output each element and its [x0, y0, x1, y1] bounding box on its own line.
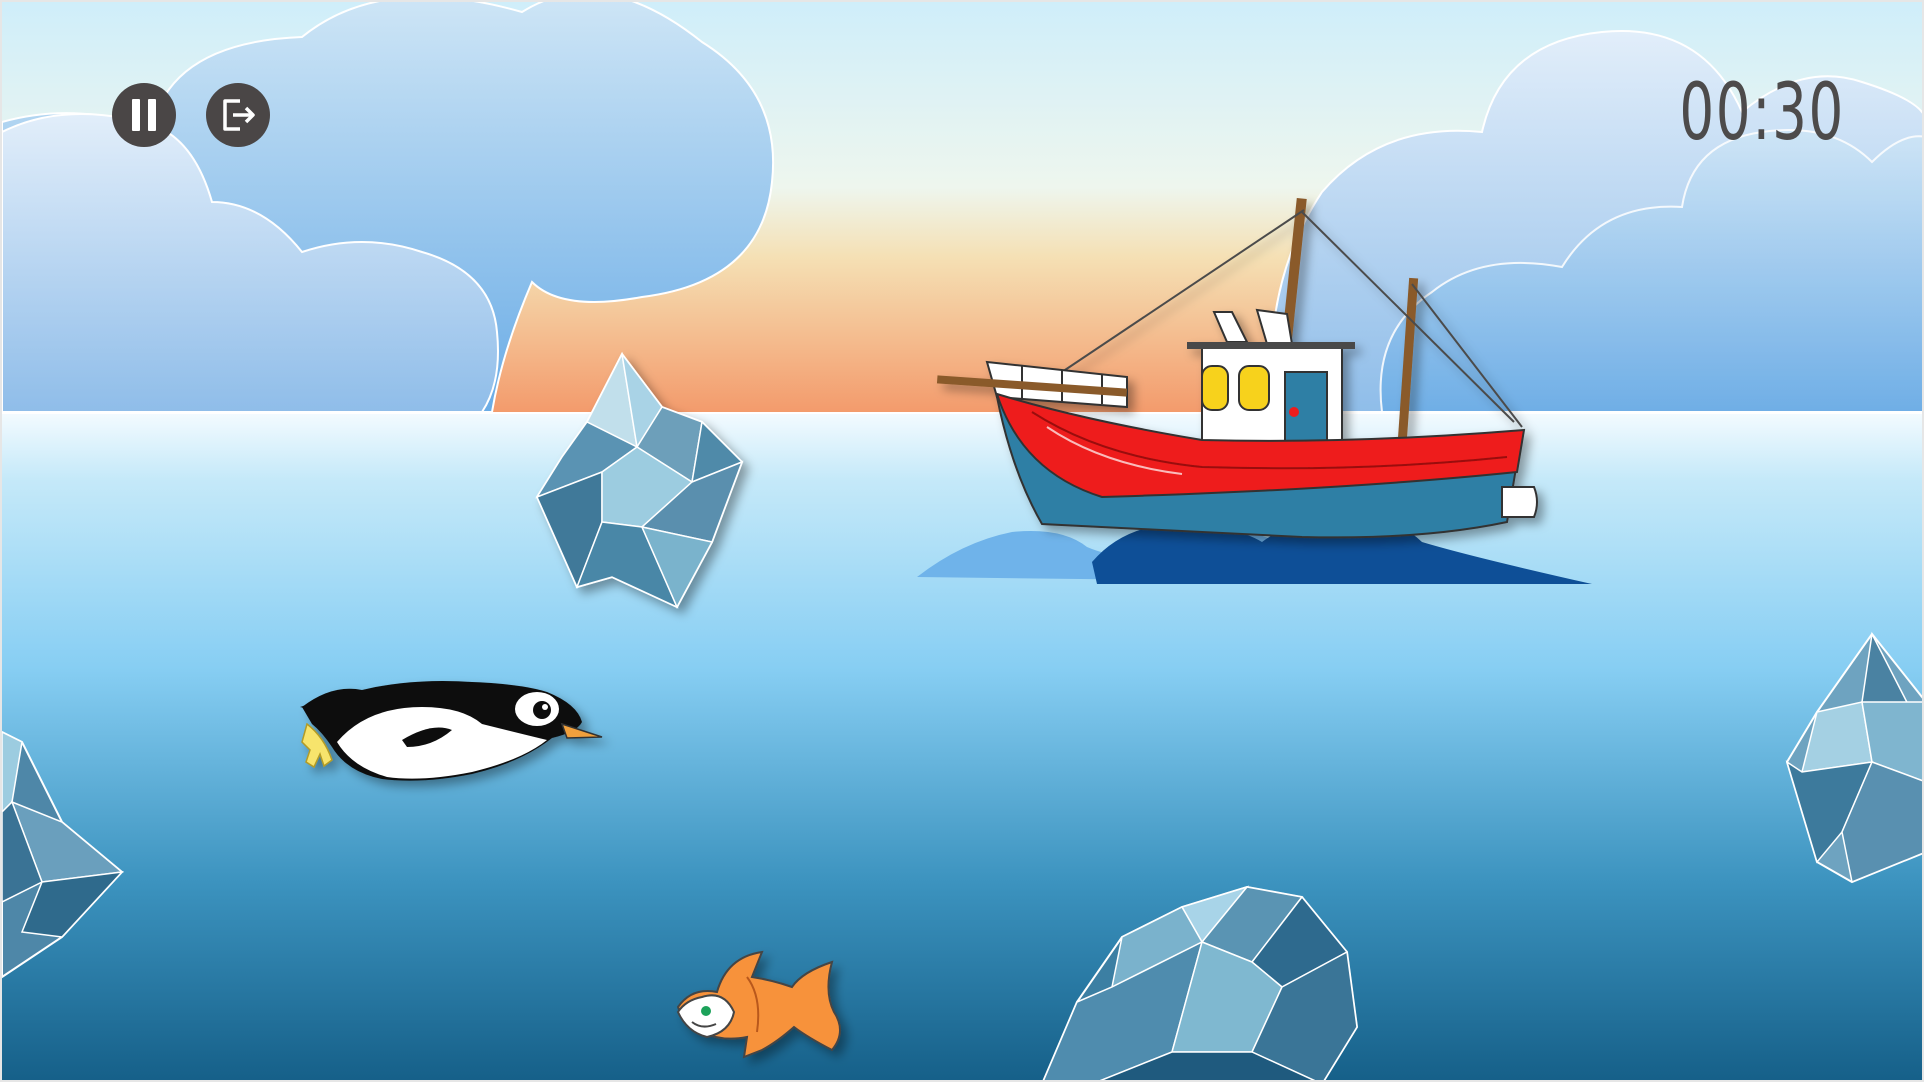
pause-icon — [132, 99, 156, 131]
game-stage: 00:30 — [0, 0, 1924, 1082]
exit-button[interactable] — [206, 83, 270, 147]
sea — [2, 412, 1922, 1080]
game-scene — [2, 2, 1922, 1080]
pause-button[interactable] — [112, 83, 176, 147]
exit-icon — [223, 99, 255, 131]
countdown-timer: 00:30 — [1679, 68, 1845, 158]
